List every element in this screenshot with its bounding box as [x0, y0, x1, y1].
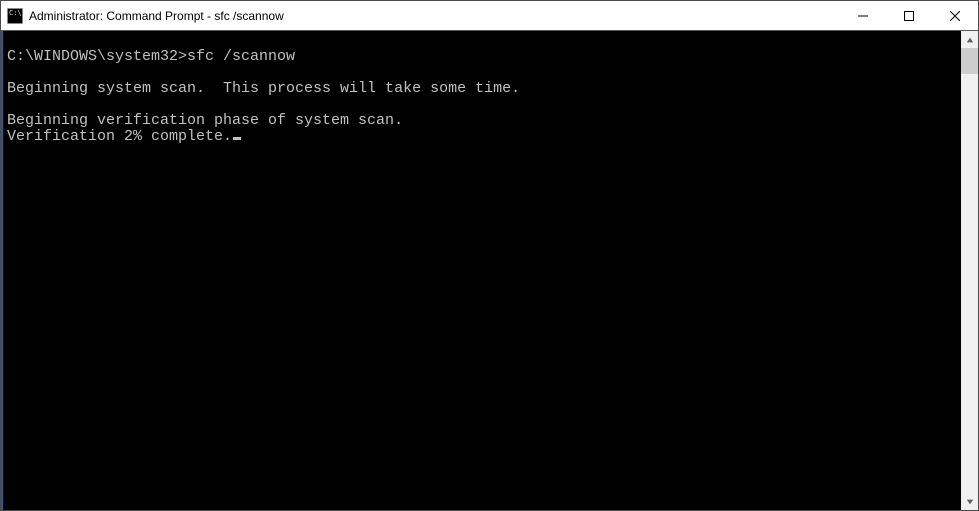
- output-line: Verification 2% complete.: [7, 128, 232, 145]
- scroll-track[interactable]: [961, 48, 978, 493]
- output-line: Beginning verification phase of system s…: [7, 113, 961, 129]
- close-button[interactable]: [932, 1, 978, 30]
- scroll-up-button[interactable]: [961, 31, 978, 48]
- client-area: C:\WINDOWS\system32>sfc /scannow Beginnin…: [1, 31, 978, 510]
- window-controls: [840, 1, 978, 30]
- titlebar: C:\ Administrator: Command Prompt - sfc …: [1, 1, 978, 31]
- window-title: Administrator: Command Prompt - sfc /sca…: [29, 9, 840, 23]
- text-cursor: [233, 137, 241, 140]
- typed-command: sfc /scannow: [187, 48, 295, 65]
- scroll-down-button[interactable]: [961, 493, 978, 510]
- prompt-path: C:\WINDOWS\system32>: [7, 48, 187, 65]
- scroll-thumb[interactable]: [961, 48, 978, 74]
- console-output[interactable]: C:\WINDOWS\system32>sfc /scannow Beginnin…: [1, 31, 961, 510]
- output-line: Beginning system scan. This process will…: [7, 81, 961, 97]
- vertical-scrollbar[interactable]: [961, 31, 978, 510]
- minimize-button[interactable]: [840, 1, 886, 30]
- cmd-icon: C:\: [7, 8, 23, 24]
- maximize-button[interactable]: [886, 1, 932, 30]
